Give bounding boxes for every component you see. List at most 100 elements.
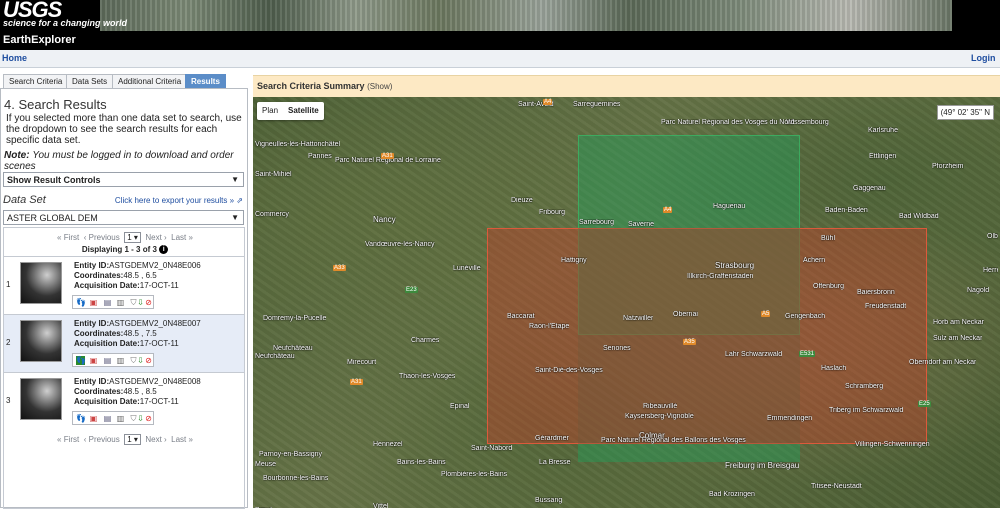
row-actions: 👣 ▣ ▤ ▥ ⛉ ⇩ ⊘ xyxy=(72,295,154,309)
map-place-label: Haguenau xyxy=(713,203,746,210)
map-place-label: Meuse xyxy=(255,461,277,468)
banner-aerial-photo xyxy=(100,0,952,31)
summary-show-link[interactable]: (Show) xyxy=(367,82,392,91)
pager-next[interactable]: Next › xyxy=(145,435,166,444)
map-place-label: Plombières-les-Bains xyxy=(441,471,508,478)
map-place-label: Charmes xyxy=(411,337,440,344)
map-place-label: Emmendingen xyxy=(767,415,813,422)
map-place-label: Bühl xyxy=(821,235,836,242)
acquisition-date: 17-OCT-11 xyxy=(139,397,179,406)
map-place-label: Raon-l'Étape xyxy=(529,323,570,330)
scene-thumbnail[interactable] xyxy=(20,320,62,362)
acquisition-date: 17-OCT-11 xyxy=(139,281,179,290)
map-type-control: Plan Satellite xyxy=(257,102,324,120)
pager-page-select[interactable]: 1 ▾ xyxy=(124,232,141,243)
map-place-label: Bussang xyxy=(535,497,563,504)
map-place-label: Offenburg xyxy=(813,283,845,290)
exclude-icon[interactable]: ⊘ xyxy=(144,298,153,307)
pager-first[interactable]: « First xyxy=(57,435,79,444)
scene-thumbnail[interactable] xyxy=(20,378,62,420)
map-place-label: Ettlingen xyxy=(869,153,897,160)
nav-home-link[interactable]: Home xyxy=(2,53,27,63)
map-place-label: Obernai xyxy=(673,311,698,318)
map-place-label: Mirecourt xyxy=(347,359,377,366)
row-number: 3 xyxy=(6,396,11,405)
results-heading: 4. Search Results xyxy=(4,97,107,112)
metadata-icon[interactable]: ▥ xyxy=(116,298,125,307)
pager-first[interactable]: « First xyxy=(57,233,79,242)
row-number: 1 xyxy=(6,280,11,289)
pager-last[interactable]: Last » xyxy=(171,233,193,242)
pager-top: « First ‹ Previous 1 ▾ Next › Last » xyxy=(4,232,246,243)
footprint-icon[interactable]: 👣 xyxy=(76,356,86,365)
show-result-controls-label: Show Result Controls xyxy=(7,175,101,185)
map-place-label: Épinal xyxy=(450,403,470,410)
map-place-label: Vandœuvre-lès-Nancy xyxy=(365,241,435,248)
map-place-label: Dieuze xyxy=(511,197,533,204)
map-type-satellite[interactable]: Satellite xyxy=(283,102,324,119)
pager-bottom: « First ‹ Previous 1 ▾ Next › Last » xyxy=(4,434,246,445)
map-type-plan[interactable]: Plan xyxy=(257,102,283,119)
note-text: You must be logged in to download and or… xyxy=(4,150,234,172)
metadata-icon[interactable]: ▥ xyxy=(116,356,125,365)
nav-login-link[interactable]: Login xyxy=(971,53,996,63)
overlay-icon[interactable]: ▣ xyxy=(89,414,98,423)
pager-previous[interactable]: ‹ Previous xyxy=(84,435,120,444)
scene-footprint-selected[interactable] xyxy=(578,228,800,444)
compare-icon[interactable]: ▤ xyxy=(103,298,112,307)
road-shield: A31 xyxy=(381,153,394,159)
map-place-label: Neufchâteau xyxy=(255,353,295,360)
displaying-text: Displaying 1 - 3 of 3 xyxy=(81,245,157,254)
dataset-select[interactable]: ASTER GLOBAL DEM ▼ xyxy=(3,210,244,225)
map-place-label: Natzwiller xyxy=(623,315,654,322)
scene-thumbnail[interactable] xyxy=(20,262,62,304)
map-place-label: Senones xyxy=(603,345,631,352)
map-place-label: Hennezel xyxy=(373,441,403,448)
footprint-icon[interactable]: 👣 xyxy=(76,414,86,423)
row-number: 2 xyxy=(6,338,11,347)
exclude-icon[interactable]: ⊘ xyxy=(144,356,153,365)
road-shield: A35 xyxy=(683,339,696,345)
map-place-label: Sarreguemines xyxy=(573,101,621,108)
map-place-label: Illkirch-Graffenstaden xyxy=(687,273,754,280)
road-shield: A31 xyxy=(350,379,363,385)
exclude-icon[interactable]: ⊘ xyxy=(144,414,153,423)
map-place-label: Ribeauvillé xyxy=(643,403,678,410)
map-place-label: Horb am Neckar xyxy=(933,319,984,326)
results-help-text: If you selected more than one data set t… xyxy=(6,113,242,146)
coordinates: 48.5 , 6.5 xyxy=(123,271,157,280)
map-place-label: Hattigny xyxy=(561,257,587,264)
scene-footprint-green-lower[interactable] xyxy=(578,444,800,462)
metadata-icon[interactable]: ▥ xyxy=(116,414,125,423)
pager-previous[interactable]: ‹ Previous xyxy=(84,233,120,242)
search-criteria-summary-bar: Search Criteria Summary (Show) xyxy=(253,75,1000,97)
coordinates: 48.5 , 8.5 xyxy=(123,387,157,396)
map-place-label: Achern xyxy=(803,257,826,264)
pager-page-select[interactable]: 1 ▾ xyxy=(124,434,141,445)
usgs-tagline: science for a changing world xyxy=(3,18,128,28)
map-place-label: Bad Krozingen xyxy=(709,491,755,498)
pager-last[interactable]: Last » xyxy=(171,435,193,444)
compare-icon[interactable]: ▤ xyxy=(103,414,112,423)
footprint-icon[interactable]: 👣 xyxy=(76,298,86,307)
acquisition-date: 17-OCT-11 xyxy=(139,339,179,348)
satellite-map[interactable]: Plan Satellite (49° 02' 35" N Saint-Avold… xyxy=(253,97,1000,508)
compare-icon[interactable]: ▤ xyxy=(103,356,112,365)
map-place-label: Bourbonne-les-Bains xyxy=(263,475,329,482)
entity-id: ASTGDEMV2_0N48E006 xyxy=(109,261,201,270)
left-panel: Search Criteria Data Sets Additional Cri… xyxy=(0,70,250,509)
map-place-label: Fribourg xyxy=(539,209,566,216)
map-place-label: Saint-Mihiel xyxy=(255,171,292,178)
info-icon[interactable]: i xyxy=(159,245,169,255)
export-results-link[interactable]: Click here to export your results » ⇗ xyxy=(115,196,243,205)
overlay-icon[interactable]: ▣ xyxy=(89,356,98,365)
map-place-label: Commercy xyxy=(255,211,289,218)
result-row: 3 Entity ID:ASTGDEMV2_0N48E008 Coordinat… xyxy=(4,372,244,430)
map-place-label: Nagold xyxy=(967,287,990,294)
pager-next[interactable]: Next › xyxy=(145,233,166,242)
overlay-icon[interactable]: ▣ xyxy=(89,298,98,307)
map-place-label: Pannes xyxy=(308,153,332,160)
show-result-controls-dropdown[interactable]: Show Result Controls ▼ xyxy=(3,172,244,187)
row-metadata: Entity ID:ASTGDEMV2_0N48E006 Coordinates… xyxy=(74,261,201,290)
row-metadata: Entity ID:ASTGDEMV2_0N48E008 Coordinates… xyxy=(74,377,201,406)
